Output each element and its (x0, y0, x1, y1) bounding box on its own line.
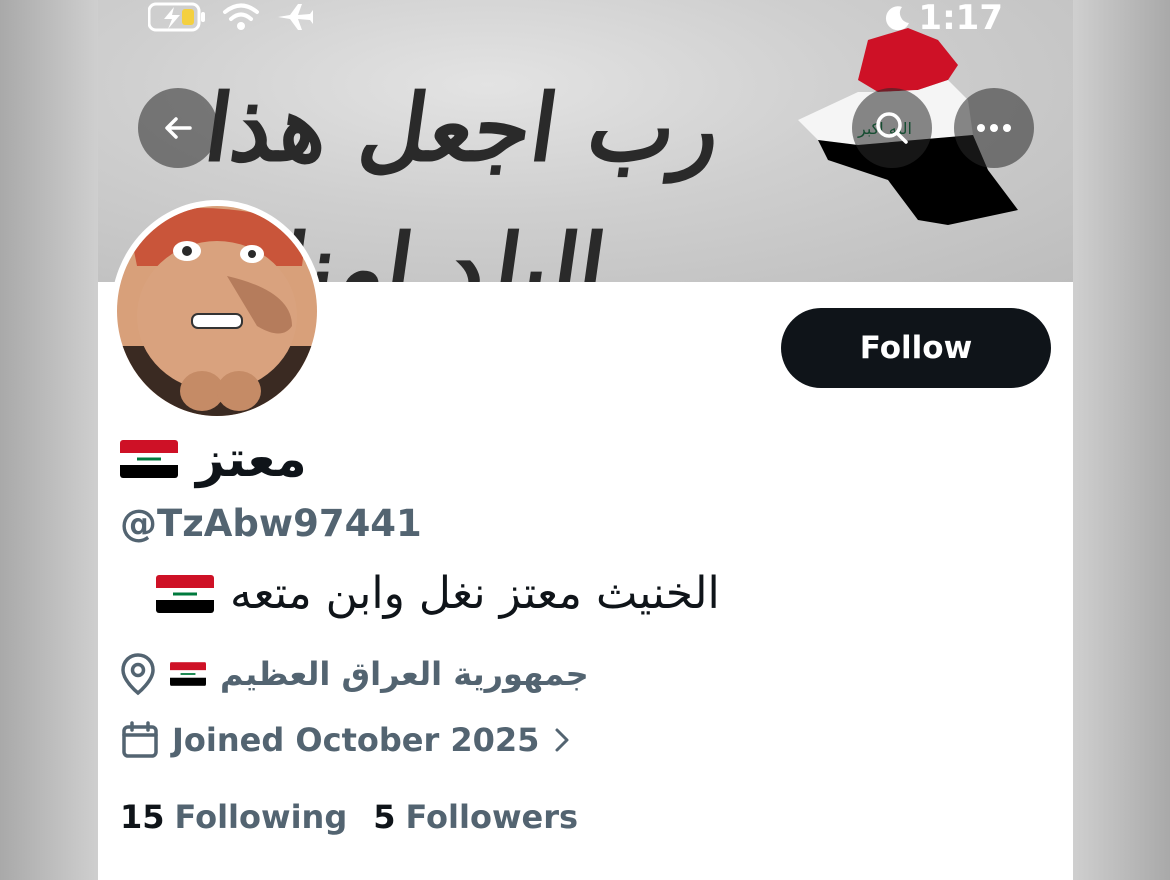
back-button[interactable] (138, 88, 218, 168)
chevron-right-icon (555, 728, 569, 752)
wifi-icon (223, 3, 259, 30)
following-link[interactable]: 15 Following (120, 798, 347, 836)
followers-label: Followers (405, 798, 579, 836)
display-name-row: معتز (120, 424, 307, 494)
followers-link[interactable]: 5 Followers (373, 798, 578, 836)
following-count: 15 (120, 798, 165, 836)
iraq-flag-icon (120, 440, 178, 478)
background-right (1073, 0, 1170, 880)
following-label: Following (174, 798, 348, 836)
followers-count: 5 (373, 798, 396, 836)
more-icon (977, 124, 1011, 132)
avatar-image (117, 206, 317, 416)
bio-text: الخنيث معتز نغل وابن متعه (230, 568, 720, 619)
battery-icon (148, 2, 205, 32)
moon-icon (886, 6, 910, 31)
joined-date[interactable]: Joined October 2025 (120, 720, 573, 760)
location-pin-icon (121, 653, 155, 696)
iraq-flag-icon (156, 574, 214, 613)
iraq-flag-icon (170, 662, 206, 686)
follow-stats: 15 Following 5 Followers (120, 798, 578, 836)
joined-text: Joined October 2025 (172, 721, 540, 759)
search-icon (876, 112, 908, 144)
status-time: 1:17 (918, 0, 1003, 38)
more-options-button[interactable] (954, 88, 1034, 168)
follow-button[interactable]: Follow (781, 308, 1051, 388)
avatar[interactable] (111, 200, 323, 422)
banner-calligraphy: رب اجعل هذا البلد امنا (198, 74, 728, 282)
bio: الخنيث معتز نغل وابن متعه (156, 568, 720, 619)
search-button[interactable] (852, 88, 932, 168)
background-left (0, 0, 98, 880)
location-text: جمهورية العراق العظيم (220, 655, 589, 693)
airplane-icon (278, 4, 313, 30)
status-bar: 1:17 (98, 0, 1073, 40)
profile-screen: رب اجعل هذا البلد امنا الله اكبر (98, 0, 1073, 880)
display-name: معتز (196, 430, 307, 488)
user-handle: @TzAbw97441 (120, 502, 422, 545)
back-arrow-icon (165, 117, 192, 139)
location: جمهورية العراق العظيم (120, 652, 589, 696)
calendar-icon (122, 721, 158, 758)
